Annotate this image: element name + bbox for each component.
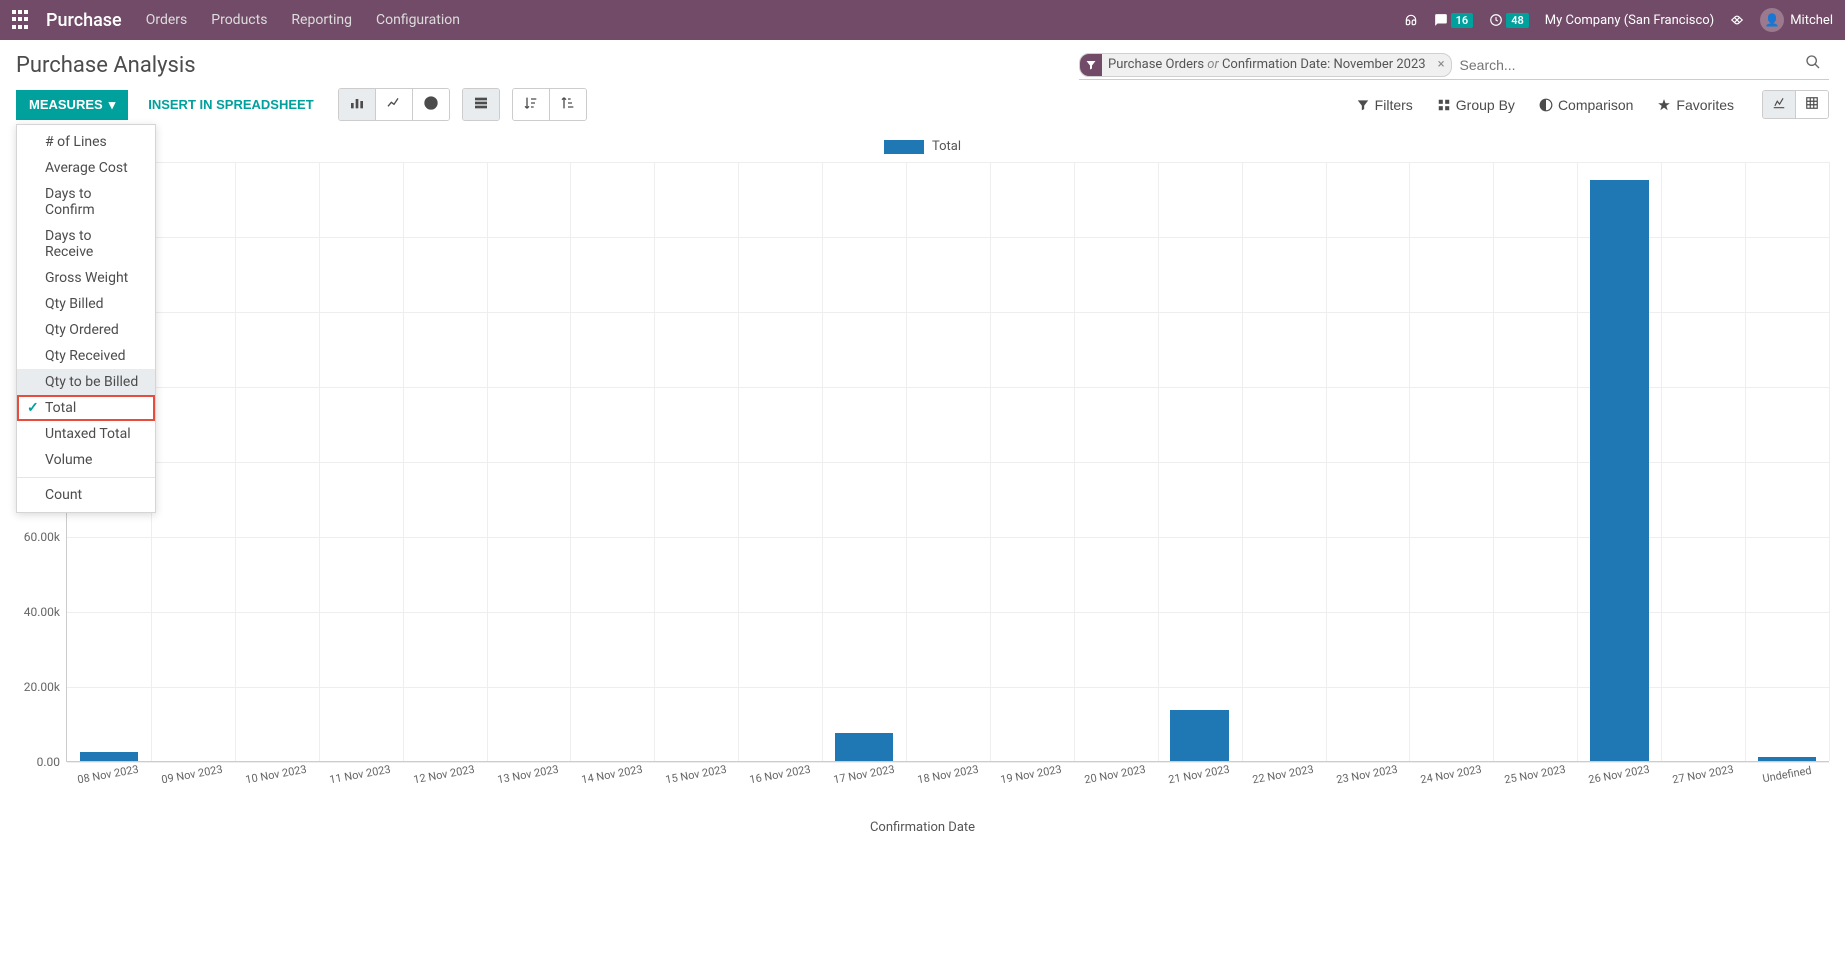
search-bar[interactable]: Purchase Orders or Confirmation Date: No… [1079, 50, 1829, 80]
x-tick-label: 22 Nov 2023 [1252, 763, 1315, 787]
facet-remove[interactable]: × [1432, 57, 1451, 72]
x-tick-label: 27 Nov 2023 [1671, 763, 1734, 787]
measure-option[interactable]: # of Lines [17, 129, 155, 155]
measure-option[interactable]: Qty Received [17, 343, 155, 369]
bar-chart-icon[interactable] [339, 89, 376, 120]
nav-products[interactable]: Products [211, 12, 267, 28]
search-facet: Purchase Orders or Confirmation Date: No… [1079, 53, 1452, 77]
measures-dropdown: # of LinesAverage CostDays to ConfirmDay… [16, 124, 156, 513]
messages-button[interactable]: 16 [1434, 13, 1474, 28]
x-tick-label: 16 Nov 2023 [748, 763, 811, 787]
bar[interactable] [80, 752, 139, 761]
measure-option[interactable]: Qty to be Billed [17, 369, 155, 395]
messages-badge: 16 [1451, 13, 1474, 28]
measure-option[interactable]: Gross Weight [17, 265, 155, 291]
measures-wrapper: MEASURES ▾ # of LinesAverage CostDays to… [16, 90, 128, 120]
comparison-button[interactable]: Comparison [1527, 91, 1645, 119]
filters-button[interactable]: Filters [1344, 91, 1425, 119]
pivot-view-icon[interactable] [1796, 91, 1828, 118]
x-tick-label: 13 Nov 2023 [496, 763, 559, 787]
stacked-icon[interactable] [463, 89, 499, 120]
x-tick-label: 18 Nov 2023 [916, 763, 979, 787]
measure-option-count[interactable]: Count [17, 482, 155, 508]
measure-option[interactable]: Qty Ordered [17, 317, 155, 343]
x-tick-label: 15 Nov 2023 [664, 763, 727, 787]
sort-group [512, 88, 587, 121]
measure-option[interactable]: Qty Billed [17, 291, 155, 317]
bar[interactable] [1758, 757, 1817, 762]
legend-swatch [884, 140, 924, 154]
groupby-button[interactable]: Group By [1425, 91, 1527, 119]
measure-option[interactable]: Average Cost [17, 155, 155, 181]
avatar: 👤 [1760, 8, 1784, 32]
bar[interactable] [835, 733, 894, 761]
caret-down-icon: ▾ [109, 97, 116, 113]
bar[interactable] [1170, 710, 1229, 761]
sort-asc-icon[interactable] [550, 89, 586, 120]
x-tick-label: 25 Nov 2023 [1504, 763, 1567, 787]
measure-option[interactable]: Untaxed Total [17, 421, 155, 447]
support-icon[interactable] [1404, 13, 1418, 27]
search-input[interactable] [1452, 53, 1797, 77]
nav-configuration[interactable]: Configuration [376, 12, 460, 28]
insert-spreadsheet-button[interactable]: INSERT IN SPREADSHEET [136, 91, 325, 118]
user-menu[interactable]: 👤 Mitchel [1760, 8, 1833, 32]
x-tick-label: 08 Nov 2023 [76, 763, 139, 787]
chart-type-group [338, 88, 450, 121]
facet-text: Purchase Orders or Confirmation Date: No… [1102, 57, 1432, 72]
y-tick-label: 60.00k [24, 530, 60, 544]
plot-area [66, 162, 1829, 762]
debug-icon[interactable] [1730, 13, 1744, 27]
activities-button[interactable]: 48 [1489, 13, 1529, 28]
x-tick-label: 12 Nov 2023 [412, 763, 475, 787]
measure-option[interactable]: Volume [17, 447, 155, 473]
line-chart-icon[interactable] [376, 89, 413, 120]
app-brand[interactable]: Purchase [46, 10, 122, 31]
x-tick-label: 19 Nov 2023 [1000, 763, 1063, 787]
control-panel: Purchase Analysis Purchase Orders or Con… [0, 40, 1845, 129]
y-tick-label: 20.00k [24, 680, 60, 694]
x-tick-label: 21 Nov 2023 [1168, 763, 1231, 787]
x-tick-label: 11 Nov 2023 [328, 763, 391, 787]
y-tick-label: 0.00 [37, 755, 60, 769]
x-axis-labels: 08 Nov 2023 09 Nov 2023 10 Nov 2023 11 Nov … [66, 762, 1829, 802]
filter-icon [1080, 54, 1102, 76]
apps-icon[interactable] [12, 10, 32, 30]
x-tick-label: Undefined [1762, 764, 1813, 785]
company-switcher[interactable]: My Company (San Francisco) [1545, 13, 1714, 28]
chart-legend: Total [16, 139, 1829, 154]
search-icon[interactable] [1797, 50, 1829, 79]
x-tick-label: 09 Nov 2023 [160, 763, 223, 787]
x-tick-label: 26 Nov 2023 [1587, 763, 1650, 787]
bar[interactable] [1590, 180, 1649, 761]
y-tick-label: 40.00k [24, 605, 60, 619]
measure-option[interactable]: Total [17, 395, 155, 421]
x-tick-label: 20 Nov 2023 [1084, 763, 1147, 787]
nav-reporting[interactable]: Reporting [291, 12, 352, 28]
chart-area: Total 0.00 20.00k 40.00k 60.00k 08 Nov 2023… [0, 129, 1845, 855]
x-tick-label: 23 Nov 2023 [1336, 763, 1399, 787]
user-name: Mitchel [1790, 13, 1833, 28]
sort-desc-icon[interactable] [513, 89, 550, 120]
measure-option[interactable]: Days to Confirm [17, 181, 155, 223]
favorites-button[interactable]: Favorites [1645, 91, 1746, 119]
view-switcher [1762, 90, 1829, 119]
x-axis-title: Confirmation Date [16, 820, 1829, 835]
measures-button[interactable]: MEASURES ▾ [16, 90, 128, 120]
x-tick-label: 10 Nov 2023 [244, 763, 307, 787]
legend-label: Total [932, 139, 961, 154]
x-tick-label: 17 Nov 2023 [832, 763, 895, 787]
pie-chart-icon[interactable] [413, 89, 449, 120]
main-navbar: Purchase Orders Products Reporting Confi… [0, 0, 1845, 40]
activities-badge: 48 [1506, 13, 1529, 28]
page-title: Purchase Analysis [16, 53, 1079, 78]
measure-option[interactable]: Days to Receive [17, 223, 155, 265]
chart-container: 0.0020.00k40.00k60.00k [16, 162, 1829, 762]
stack-group [462, 88, 500, 121]
x-tick-label: 24 Nov 2023 [1420, 763, 1483, 787]
graph-view-icon[interactable] [1763, 91, 1796, 118]
nav-orders[interactable]: Orders [146, 12, 188, 28]
x-tick-label: 14 Nov 2023 [580, 763, 643, 787]
